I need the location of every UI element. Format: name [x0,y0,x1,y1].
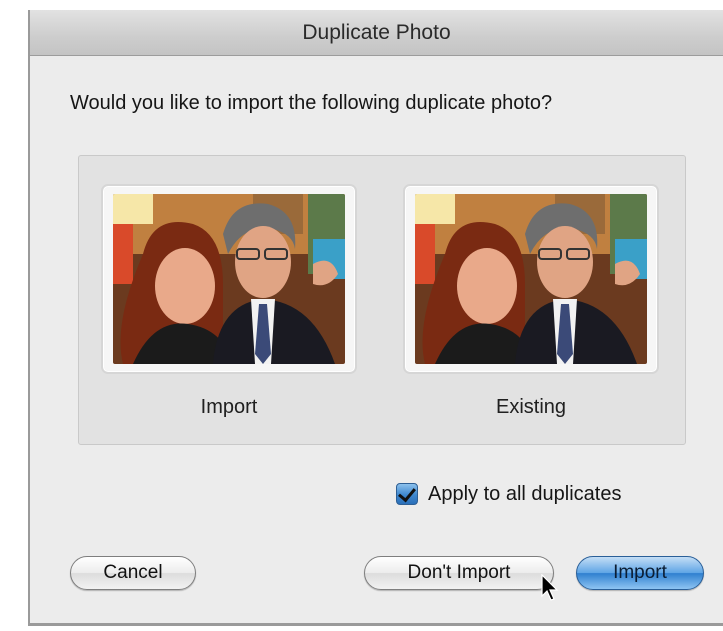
import-button[interactable]: Import [576,556,704,590]
import-photo-thumbnail [101,184,357,374]
dont-import-button[interactable]: Don't Import [364,556,554,590]
apply-to-all-label: Apply to all duplicates [428,482,622,505]
dialog-title: Duplicate Photo [30,10,723,56]
existing-photo-image [415,194,647,364]
duplicate-photo-dialog: Duplicate Photo Would you like to import… [28,10,723,626]
existing-photo-caption: Existing [495,396,567,418]
photo-comparison-panel: Import Existing [78,155,686,445]
dialog-question: Would you like to import the following d… [70,92,553,114]
apply-to-all-checkbox[interactable] [396,483,418,505]
import-photo-image [113,194,345,364]
cancel-button[interactable]: Cancel [70,556,196,590]
apply-to-all-option[interactable]: Apply to all duplicates [396,480,621,508]
mouse-pointer-icon [541,574,559,601]
existing-photo-thumbnail [403,184,659,374]
import-photo-caption: Import [200,396,258,418]
